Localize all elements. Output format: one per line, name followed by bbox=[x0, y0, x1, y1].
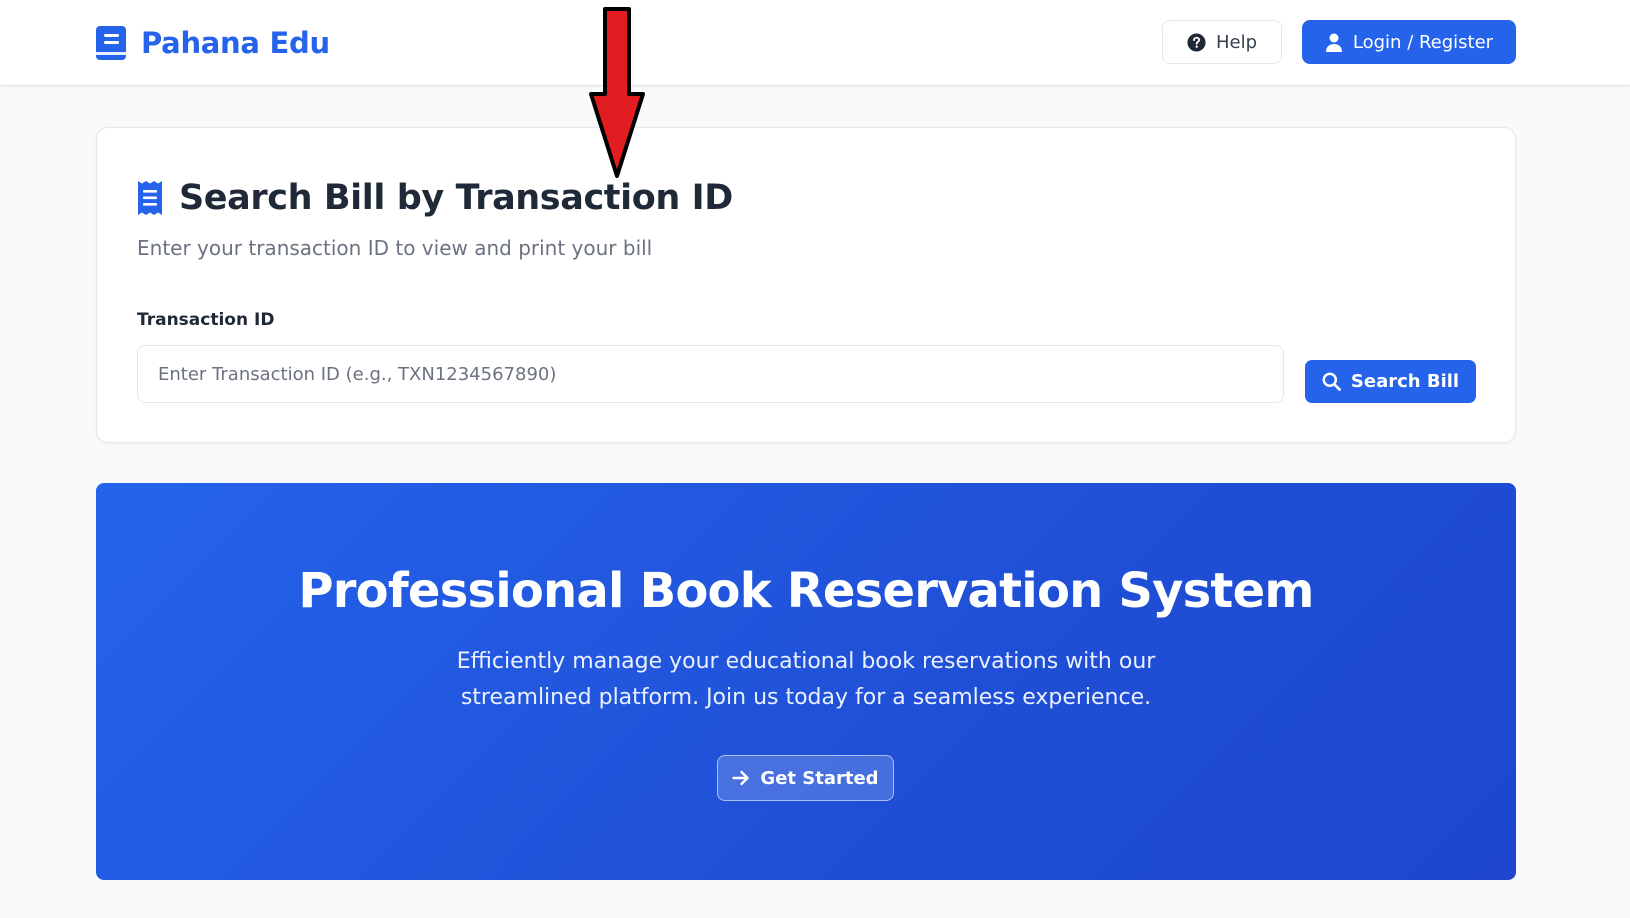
hero-banner: Professional Book Reservation System Eff… bbox=[96, 483, 1516, 880]
user-icon bbox=[1325, 33, 1342, 52]
search-icon bbox=[1322, 372, 1341, 391]
login-register-button[interactable]: Login / Register bbox=[1302, 20, 1516, 64]
get-started-button[interactable]: Get Started bbox=[717, 755, 894, 801]
get-started-label: Get Started bbox=[760, 767, 879, 789]
red-down-arrow-icon bbox=[589, 7, 645, 178]
login-register-label: Login / Register bbox=[1352, 31, 1494, 53]
hero-description: Efficiently manage your educational book… bbox=[456, 649, 1156, 710]
search-bill-button[interactable]: Search Bill bbox=[1305, 360, 1476, 403]
search-bill-card: Search Bill by Transaction ID Enter your… bbox=[96, 127, 1516, 443]
transaction-id-input[interactable] bbox=[137, 345, 1284, 403]
search-bill-label: Search Bill bbox=[1350, 371, 1460, 392]
help-button-label: Help bbox=[1215, 31, 1258, 53]
card-title: Search Bill by Transaction ID bbox=[179, 178, 733, 218]
page: Pahana Edu Help Login / Register Search … bbox=[0, 0, 1630, 918]
hero-title: Professional Book Reservation System bbox=[298, 563, 1314, 619]
question-circle-icon bbox=[1187, 32, 1206, 52]
brand-logo-link[interactable]: Pahana Edu bbox=[95, 22, 330, 64]
brand-name: Pahana Edu bbox=[141, 26, 330, 60]
arrow-right-icon bbox=[732, 770, 750, 786]
book-icon bbox=[96, 26, 126, 60]
help-button[interactable]: Help bbox=[1162, 20, 1282, 64]
receipt-icon bbox=[138, 181, 162, 215]
top-navbar: Pahana Edu Help Login / Register bbox=[0, 0, 1630, 86]
card-subtitle: Enter your transaction ID to view and pr… bbox=[137, 236, 653, 260]
transaction-id-label: Transaction ID bbox=[137, 310, 275, 330]
card-title-row: Search Bill by Transaction ID bbox=[137, 176, 733, 220]
